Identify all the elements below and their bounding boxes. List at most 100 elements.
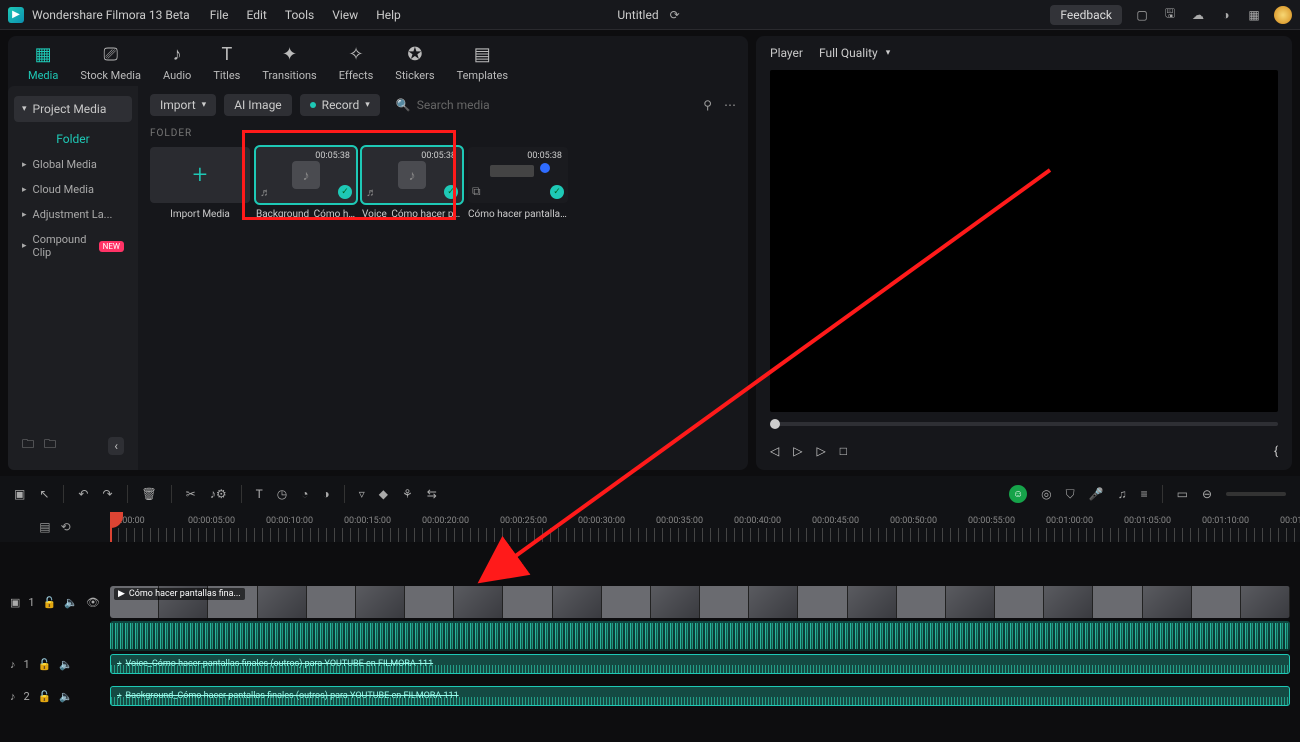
lock-icon[interactable]: 🔓	[38, 658, 52, 671]
tab-transitions[interactable]: ✦Transitions	[262, 44, 316, 82]
mixer-icon[interactable]: ≡	[1141, 487, 1148, 501]
collapse-sidebar-icon[interactable]: ‹	[108, 437, 124, 455]
thumbs-grid: + Import Media 00:05:38♪♬✓ Background_Có…	[150, 147, 736, 220]
link-icon[interactable]: ⇆	[427, 487, 437, 501]
color-icon[interactable]: ◑	[323, 487, 330, 501]
import-button[interactable]: Import▾	[150, 94, 216, 116]
menu-help[interactable]: Help	[376, 8, 401, 22]
next-frame-icon[interactable]: ▷	[816, 444, 825, 458]
section-label: FOLDER	[150, 128, 736, 139]
lock-icon[interactable]: 🔓	[38, 690, 52, 703]
apps-grid-icon[interactable]: ▦	[1246, 7, 1262, 23]
tab-stickers[interactable]: ✪Stickers	[395, 44, 434, 82]
sidebar-item-compound-clip[interactable]: ▸Compound ClipNEW	[14, 227, 132, 265]
audio-edit-icon[interactable]: ♪⚙	[210, 487, 227, 501]
filter-icon[interactable]: ⚲	[703, 98, 712, 112]
menu-tools[interactable]: Tools	[285, 8, 314, 22]
mic-icon[interactable]: 🎤	[1089, 487, 1104, 501]
more-icon[interactable]: ⋯	[724, 98, 736, 112]
main-area: ▦Media ⎚Stock Media ♪Audio TTitles ✦Tran…	[0, 30, 1300, 470]
music-tl-icon[interactable]: ♫	[1118, 487, 1127, 501]
save-icon[interactable]: 🖫	[1162, 7, 1178, 23]
tab-media[interactable]: ▦Media	[28, 44, 58, 82]
prev-frame-icon[interactable]: ◁	[770, 444, 779, 458]
chevron-down-icon: ▾	[365, 100, 370, 110]
menu-file[interactable]: File	[210, 8, 229, 22]
adjust-icon[interactable]: ◎	[1041, 487, 1051, 501]
project-media-header[interactable]: ▾Project Media	[14, 96, 132, 122]
record-button[interactable]: Record▾	[300, 94, 380, 116]
media-thumb-voice[interactable]: 00:05:38♪♬✓ Voice_Cómo hacer pa...	[362, 147, 462, 220]
keyframe-icon[interactable]: ◆	[379, 487, 388, 501]
menu-view[interactable]: View	[332, 8, 358, 22]
feedback-button[interactable]: Feedback	[1050, 5, 1122, 25]
search-input[interactable]: 🔍Search media	[388, 94, 695, 116]
sidebar-item-cloud-media[interactable]: ▸Cloud Media	[14, 177, 132, 202]
upload-cloud-icon[interactable]: ☁	[1190, 7, 1206, 23]
zoom-out-icon[interactable]: ⊖	[1202, 487, 1212, 501]
tab-titles[interactable]: TTitles	[213, 44, 240, 82]
search-icon: 🔍	[396, 98, 411, 112]
eye-icon[interactable]: 👁	[86, 596, 100, 609]
stop-icon[interactable]: □	[840, 444, 847, 458]
video-audio-clip[interactable]	[110, 621, 1290, 651]
fit-icon[interactable]: ▭	[1177, 487, 1188, 501]
crop-icon[interactable]: ◷	[277, 487, 287, 501]
app-name: Wondershare Filmora 13 Beta	[32, 8, 190, 22]
audio-clip-background[interactable]: ♪Background_Cómo hacer pantallas finales…	[110, 686, 1290, 706]
cursor-tool-icon[interactable]: ▣	[14, 487, 25, 501]
quality-select[interactable]: Full Quality▾	[819, 46, 890, 60]
new-bin-icon[interactable]: 🗀	[44, 435, 56, 456]
tab-stock-media[interactable]: ⎚Stock Media	[80, 44, 141, 82]
mute-icon[interactable]: 🔈	[59, 690, 73, 703]
play-icon[interactable]: ▷	[793, 444, 802, 458]
tab-effects[interactable]: ✧Effects	[339, 44, 374, 82]
media-icon: ▦	[35, 44, 52, 65]
folder-label[interactable]: Folder	[14, 126, 132, 152]
import-media-tile[interactable]: + Import Media	[150, 147, 250, 220]
timeline-tracks: ▣1🔓🔈👁 ▶Cómo hacer pantallas fina... ♪1🔓🔈…	[0, 542, 1300, 706]
sidebar-item-adjustment-layer[interactable]: ▸Adjustment La...	[14, 202, 132, 227]
delete-icon[interactable]: 🗑	[142, 487, 157, 501]
new-folder-icon[interactable]: 🗀	[22, 435, 34, 456]
cloud-sync-icon[interactable]: ⟳	[667, 7, 683, 23]
tab-templates[interactable]: ▤Templates	[457, 44, 508, 82]
titles-icon: T	[221, 44, 232, 65]
speed-icon[interactable]: ◔	[301, 487, 308, 501]
mute-icon[interactable]: 🔈	[64, 596, 78, 609]
magnet-icon[interactable]: ⟲	[61, 520, 71, 534]
media-thumb-background[interactable]: 00:05:38♪♬✓ Background_Cómo ha...	[256, 147, 356, 220]
zoom-slider[interactable]	[1226, 492, 1286, 496]
shield-icon[interactable]: ⛉	[1066, 487, 1075, 502]
seek-knob[interactable]	[770, 419, 780, 429]
expand-icon[interactable]: {	[1274, 444, 1278, 458]
ai-image-button[interactable]: AI Image	[224, 94, 291, 116]
user-avatar[interactable]	[1274, 6, 1292, 24]
seek-bar[interactable]	[770, 422, 1278, 426]
sidebar-item-global-media[interactable]: ▸Global Media	[14, 152, 132, 177]
menu-edit[interactable]: Edit	[247, 8, 267, 22]
check-icon: ✓	[444, 185, 458, 199]
redo-icon[interactable]: ↷	[102, 487, 112, 501]
lock-icon[interactable]: 🔓	[43, 596, 57, 609]
select-tool-icon[interactable]: ↖	[39, 487, 49, 501]
track-options-icon[interactable]: ▤	[39, 520, 50, 534]
marker-icon[interactable]: ▿	[359, 487, 365, 501]
mute-icon[interactable]: 🔈	[59, 658, 73, 671]
text-icon[interactable]: T	[256, 487, 263, 501]
undo-icon[interactable]: ↶	[78, 487, 88, 501]
split-icon[interactable]: ✂	[186, 487, 196, 501]
tab-audio[interactable]: ♪Audio	[163, 44, 191, 82]
playhead[interactable]	[110, 512, 112, 542]
preview-viewport[interactable]	[770, 70, 1278, 412]
effects-tl-icon[interactable]: ⚘	[402, 487, 413, 501]
headphones-icon[interactable]: ◑	[1218, 7, 1234, 23]
layout-icon[interactable]: ▢	[1134, 7, 1150, 23]
timeline-ruler[interactable]: 00:00:0000:00:05:0000:00:10:0000:00:15:0…	[110, 512, 1300, 542]
check-icon: ✓	[338, 185, 352, 199]
media-thumb-video[interactable]: 00:05:38 ⧉ ✓ Cómo hacer pantallas ...	[468, 147, 568, 220]
audio-clip-voice[interactable]: ♪Voice_Cómo hacer pantallas finales (out…	[110, 654, 1290, 674]
ai-assist-icon[interactable]: ☺	[1009, 485, 1027, 503]
video-clip[interactable]: ▶Cómo hacer pantallas fina...	[110, 586, 1290, 618]
chevron-right-icon: ▸	[22, 185, 27, 195]
